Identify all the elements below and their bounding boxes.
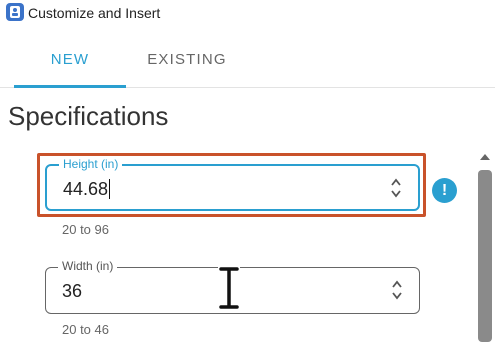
tab-bar: NEW EXISTING xyxy=(0,36,495,88)
scroll-up-icon[interactable] xyxy=(478,152,492,162)
height-range-hint: 20 to 96 xyxy=(62,222,109,237)
tab-existing[interactable]: EXISTING xyxy=(128,50,246,88)
scrollbar[interactable] xyxy=(475,148,495,342)
height-input[interactable]: 44.68 xyxy=(63,178,111,200)
window-title: Customize and Insert xyxy=(28,5,161,21)
width-input[interactable]: 36 xyxy=(62,280,82,302)
title-bar: Customize and Insert xyxy=(0,0,495,28)
app-icon xyxy=(6,3,24,21)
width-range-hint: 20 to 46 xyxy=(62,322,109,337)
tab-new[interactable]: NEW xyxy=(14,50,126,88)
exclamation-icon[interactable]: ! xyxy=(432,178,457,203)
scroll-thumb[interactable] xyxy=(478,170,492,342)
text-caret xyxy=(109,179,111,199)
height-field[interactable]: Height (in) 44.68 xyxy=(45,157,420,211)
width-field-label: Width (in) xyxy=(58,259,118,273)
height-stepper-icon[interactable] xyxy=(390,177,402,199)
width-stepper-icon[interactable] xyxy=(391,279,403,301)
section-title: Specifications xyxy=(8,101,169,131)
height-field-label: Height (in) xyxy=(59,157,123,171)
i-beam-cursor-icon xyxy=(218,266,240,310)
